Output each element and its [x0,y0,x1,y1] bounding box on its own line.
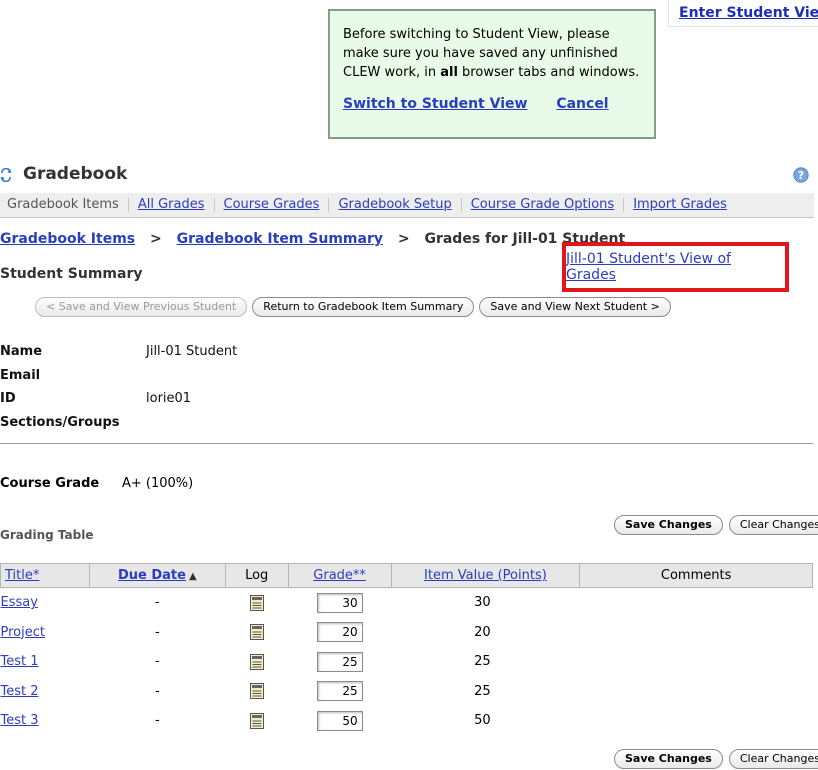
email-label: Email [0,367,41,383]
table-row: Test 1 - 25 [1,647,813,677]
sort-due-date-link[interactable]: Due Date [118,568,186,583]
student-info: Name Jill-01 Student Email ID lorie01 Sect… [0,340,237,434]
sort-item-value-link[interactable]: Item Value (Points) [424,568,547,583]
due-date: - [154,683,160,699]
breadcrumb-separator: > [397,231,410,247]
comment-cell [580,677,813,707]
due-date: - [154,713,160,729]
tool-header: Gradebook ? [0,162,818,190]
grade-input[interactable] [316,622,363,643]
breadcrumb-separator: > [150,231,162,247]
nav-all-grades[interactable]: All Grades [127,198,214,212]
top-actions: Save Changes Clear Changes [614,515,818,535]
item-title-link[interactable]: Project [1,625,45,640]
item-value: 25 [474,654,491,670]
item-title-link[interactable]: Essay [1,595,38,610]
bottom-actions: Save Changes Clear Changes [614,749,818,769]
student-nav-buttons: < Save and View Previous Student Return … [35,297,671,317]
nav-gradebook-items: Gradebook Items [7,197,119,212]
enter-student-view-link[interactable]: Enter Student View [679,5,818,21]
item-title-link[interactable]: Test 1 [1,654,39,669]
svg-text:?: ? [798,169,804,182]
id-value: lorie01 [146,391,192,407]
grading-table-heading: Grading Table [0,528,94,542]
col-log: Log [224,563,289,588]
comment-cell [580,618,813,648]
log-icon[interactable] [249,712,264,729]
item-title-link[interactable]: Test 3 [1,713,39,728]
log-icon[interactable] [249,624,264,641]
sort-grade-link[interactable]: Grade** [313,568,366,583]
nav-course-grade-options[interactable]: Course Grade Options [460,198,623,212]
sort-title-link[interactable]: Title* [5,568,39,583]
nav-gradebook-setup[interactable]: Gradebook Setup [328,198,460,212]
breadcrumb-gradebook-items[interactable]: Gradebook Items [0,231,135,247]
help-icon[interactable]: ? [793,167,809,183]
item-value: 20 [474,624,491,640]
id-label: ID [0,391,16,407]
sort-ascending-icon: ▲ [188,571,197,582]
name-label: Name [0,344,43,360]
cancel-link[interactable]: Cancel [556,96,608,112]
highlight-frame: Jill-01 Student's View of Grades [562,242,789,292]
return-to-summary-button[interactable]: Return to Gradebook Item Summary [252,297,475,317]
student-view-of-grades-link[interactable]: Jill-01 Student's View of Grades [566,251,785,283]
grade-input[interactable] [316,681,363,702]
nav-course-grades[interactable]: Course Grades [213,198,329,212]
switch-to-student-view-link[interactable]: Switch to Student View [343,96,527,112]
log-icon[interactable] [249,683,264,700]
grade-input[interactable] [316,592,363,613]
col-due-date: Due Date ▲ [88,563,226,588]
item-value: 50 [474,713,491,729]
enter-student-view-bar: Enter Student View [668,0,818,27]
name-value: Jill-01 Student [146,344,238,360]
breadcrumb: Gradebook Items > Gradebook Item Summary… [0,231,625,247]
nav-import-grades[interactable]: Import Grades [623,198,736,212]
student-view-confirm-dialog: Before switching to Student View, please… [328,9,656,139]
grade-input[interactable] [316,651,363,672]
comment-cell [580,706,813,736]
table-row: Project - 20 [1,618,813,648]
col-item-value: Item Value (Points) [390,563,581,588]
col-title: Title* [0,563,90,588]
course-grade-label: Course Grade [0,476,100,491]
table-row: Test 3 - 50 [1,706,813,736]
save-view-previous-button[interactable]: < Save and View Previous Student [35,297,248,317]
save-changes-button[interactable]: Save Changes [614,515,723,535]
course-grade-value: A+ (100%) [122,476,194,491]
page-title: Gradebook [23,164,128,184]
comment-cell [580,588,813,618]
table-row: Test 2 - 25 [1,677,813,707]
gradebook-nav: Gradebook Items All Grades Course Grades… [0,193,814,218]
comment-cell [580,647,813,677]
clear-changes-button[interactable]: Clear Changes [728,515,818,535]
col-comments: Comments [579,563,813,588]
grade-input[interactable] [316,710,363,731]
clear-changes-button[interactable]: Clear Changes [728,749,818,769]
log-icon[interactable] [249,653,264,670]
save-view-next-button[interactable]: Save and View Next Student > [479,297,671,317]
dialog-message: Before switching to Student View, please… [343,27,640,80]
col-grade: Grade** [287,563,392,588]
item-value: 25 [474,683,491,699]
table-row: Essay - 30 [1,588,813,618]
due-date: - [154,654,160,670]
grading-table: Title* Due Date ▲ Log Grade** Item Value … [0,563,813,736]
item-value: 30 [474,595,491,611]
due-date: - [154,624,160,640]
log-icon[interactable] [249,594,264,611]
due-date: - [154,595,160,611]
course-grade: Course Grade A+ (100%) [0,476,193,491]
breadcrumb-item-summary[interactable]: Gradebook Item Summary [177,231,383,247]
student-summary-heading: Student Summary [0,266,143,282]
divider [0,443,813,444]
item-title-link[interactable]: Test 2 [1,684,39,699]
reset-icon[interactable] [0,168,12,182]
save-changes-button[interactable]: Save Changes [614,749,723,769]
sections-label: Sections/Groups [0,414,120,430]
